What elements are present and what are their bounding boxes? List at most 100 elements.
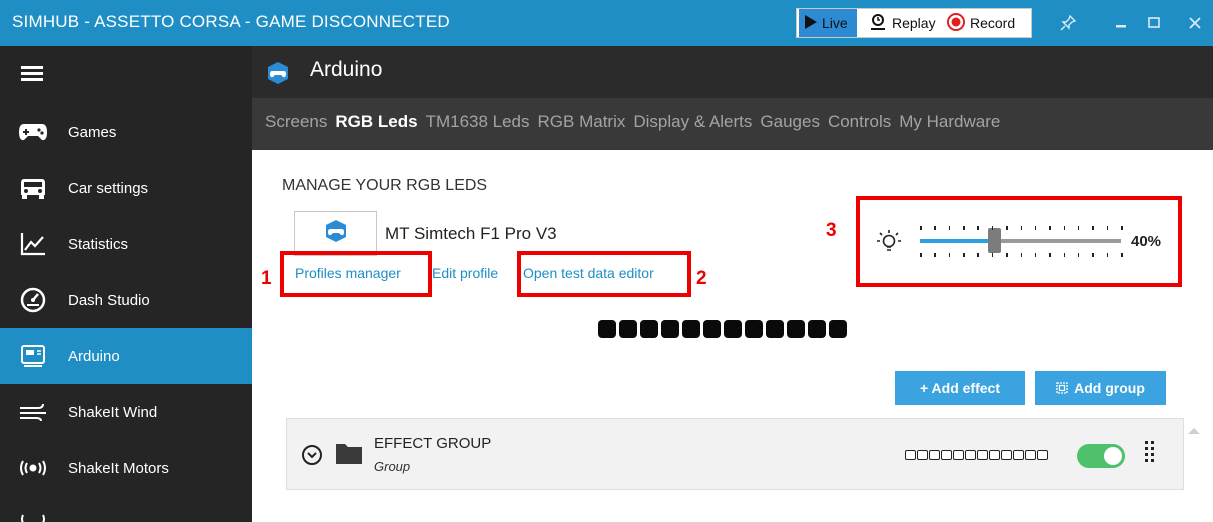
tabs: Screens RGB Leds TM1638 Leds RGB Matrix …: [265, 112, 1000, 132]
tab-rgb-matrix[interactable]: RGB Matrix: [538, 112, 626, 132]
replay-mode-button[interactable]: Replay: [869, 9, 936, 37]
slider-tick: [1034, 253, 1037, 257]
slider-tick: [977, 253, 979, 257]
led-preview-dot: [598, 320, 616, 338]
chart-icon: [8, 232, 58, 256]
drag-handle-icon[interactable]: [1145, 441, 1155, 467]
slider-tick: [1034, 226, 1037, 230]
sidebar-item-statistics[interactable]: Statistics: [0, 216, 252, 272]
led-preview-dot: [724, 320, 742, 338]
slider-thumb[interactable]: [988, 228, 1001, 253]
device-name: MT Simtech F1 Pro V3: [385, 224, 557, 243]
tab-rgb-leds[interactable]: RGB Leds: [335, 112, 417, 132]
title-bar: SIMHUB - ASSETTO CORSA - GAME DISCONNECT…: [0, 0, 1213, 46]
slider-tick: [948, 226, 951, 230]
brightness-slider[interactable]: 40%: [860, 198, 1180, 286]
device-picture[interactable]: [294, 211, 377, 256]
page-heading: MANAGE YOUR RGB LEDS: [282, 177, 488, 194]
gauge-icon: [8, 287, 58, 313]
led-preview-cell: [917, 450, 928, 460]
minimize-icon[interactable]: [1106, 8, 1136, 38]
slider-tick: [991, 226, 994, 230]
add-effect-button[interactable]: + Add effect: [895, 371, 1025, 405]
sidebar-item-dash-studio[interactable]: Dash Studio: [0, 272, 252, 328]
replay-label: Replay: [892, 15, 936, 31]
led-preview-dot: [808, 320, 826, 338]
maximize-icon[interactable]: [1139, 8, 1169, 38]
arduino-gamepad-icon: [324, 219, 348, 248]
led-preview-cell: [1013, 450, 1024, 460]
live-mode-button[interactable]: Live: [799, 9, 857, 37]
sidebar-item-shakeit-motors[interactable]: ShakeIt Motors: [0, 440, 252, 496]
slider-tick: [1049, 226, 1051, 230]
module-title: Arduino: [310, 58, 383, 81]
slider-tick: [991, 253, 994, 257]
tab-my-hardware[interactable]: My Hardware: [899, 112, 1000, 132]
slider-tick: [1092, 253, 1094, 257]
slider-tick: [1049, 253, 1051, 257]
slider-tick: [1063, 253, 1066, 257]
wind-icon: [8, 402, 58, 422]
slider-tick: [963, 253, 965, 257]
led-preview-dot: [787, 320, 805, 338]
slider-tick: [1106, 253, 1109, 257]
effect-group-name: EFFECT GROUP: [374, 435, 492, 452]
tab-display-alerts[interactable]: Display & Alerts: [633, 112, 752, 132]
tab-gauges[interactable]: Gauges: [760, 112, 820, 132]
effect-enabled-toggle[interactable]: [1077, 444, 1125, 468]
chevron-down-icon[interactable]: [302, 445, 322, 465]
sidebar-item-car-settings[interactable]: Car settings: [0, 160, 252, 216]
window-title: SIMHUB - ASSETTO CORSA - GAME DISCONNECT…: [12, 12, 450, 31]
mode-selector: Live Replay Record: [796, 8, 1032, 38]
group-icon: [1056, 382, 1068, 394]
hamburger-menu-icon[interactable]: [21, 66, 43, 82]
record-mode-button[interactable]: Record: [947, 9, 1015, 37]
tab-tm1638-leds[interactable]: TM1638 Leds: [426, 112, 530, 132]
close-icon[interactable]: [1180, 8, 1210, 38]
slider-tick: [920, 226, 922, 230]
led-preview-cell: [965, 450, 976, 460]
sidebar-item-shakeit-wind[interactable]: ShakeIt Wind: [0, 384, 252, 440]
sidebar-item-partial[interactable]: [0, 496, 252, 522]
annotation-number-3: 3: [826, 220, 837, 241]
led-preview-cell: [929, 450, 940, 460]
slider-tick: [963, 226, 965, 230]
slider-tick: [977, 226, 979, 230]
led-preview-dot: [703, 320, 721, 338]
vibration-icon: [8, 458, 58, 478]
sidebar-item-label: Statistics: [68, 235, 129, 253]
sidebar-item-arduino[interactable]: Arduino: [0, 328, 252, 384]
tab-screens[interactable]: Screens: [265, 112, 327, 132]
sidebar-item-label: Car settings: [68, 179, 149, 197]
slider-tick: [1006, 253, 1008, 257]
slider-tick: [1020, 253, 1022, 257]
led-preview-cell: [1001, 450, 1012, 460]
slider-tick: [1006, 226, 1008, 230]
module-header: Arduino: [252, 46, 1213, 98]
slider-tick: [1077, 226, 1080, 230]
pin-icon[interactable]: [1053, 8, 1083, 38]
led-preview-strip: [598, 320, 847, 338]
record-icon: [947, 12, 965, 34]
slider-tick: [948, 253, 951, 257]
sidebar-item-label: ShakeIt Wind: [68, 403, 158, 421]
sidebar-item-games[interactable]: Games: [0, 104, 252, 160]
tab-controls[interactable]: Controls: [828, 112, 891, 132]
led-preview-cell: [977, 450, 988, 460]
sidebar-item-label: Arduino: [68, 347, 120, 365]
slider-tick: [1077, 253, 1080, 257]
add-group-button[interactable]: Add group: [1035, 371, 1166, 405]
edit-profile-link[interactable]: Edit profile: [432, 265, 498, 281]
effect-group-row[interactable]: EFFECT GROUP Group: [286, 418, 1184, 490]
sidebar-item-label: Games: [68, 123, 117, 141]
slider-tick: [920, 253, 922, 257]
scroll-up-icon[interactable]: [1188, 428, 1200, 434]
led-preview-dot: [766, 320, 784, 338]
annotation-box-2: [517, 251, 691, 297]
record-label: Record: [970, 15, 1016, 31]
car-icon: [8, 176, 58, 200]
led-preview-cell: [1037, 450, 1048, 460]
effect-group-type: Group: [374, 459, 411, 474]
slider-track: [993, 239, 1121, 243]
brightness-value: 40%: [1131, 233, 1162, 250]
